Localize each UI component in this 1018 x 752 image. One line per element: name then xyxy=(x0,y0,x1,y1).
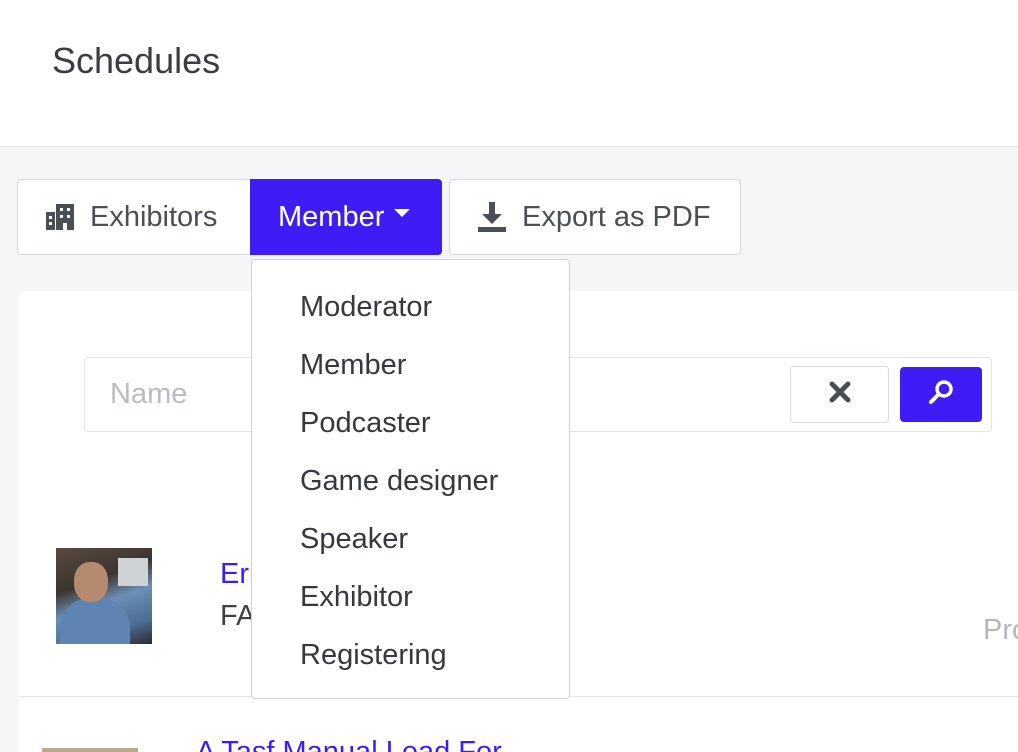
member-dropdown-menu: Moderator Member Podcaster Game designer… xyxy=(251,259,570,699)
list-item-status: Pro xyxy=(983,614,1018,646)
search-button[interactable] xyxy=(900,367,982,422)
search-icon xyxy=(928,379,954,410)
download-icon xyxy=(478,202,506,232)
close-icon xyxy=(829,381,851,408)
page-header: Schedules xyxy=(0,0,1018,147)
building-icon xyxy=(46,204,74,230)
export-pdf-button[interactable]: Export as PDF xyxy=(449,179,741,255)
menu-item-moderator[interactable]: Moderator xyxy=(252,278,569,336)
exhibitors-label: Exhibitors xyxy=(90,200,218,233)
avatar xyxy=(56,548,152,644)
member-label: Member xyxy=(278,200,385,233)
list-item-name[interactable]: A Tasf Manual Lead For xyxy=(196,736,502,752)
menu-item-game-designer[interactable]: Game designer xyxy=(252,452,569,510)
menu-item-exhibitor[interactable]: Exhibitor xyxy=(252,568,569,626)
list-item-thumbnail xyxy=(42,748,138,752)
export-label: Export as PDF xyxy=(522,200,711,233)
menu-item-registering[interactable]: Registering xyxy=(252,626,569,684)
caret-down-icon xyxy=(394,209,411,217)
menu-item-member[interactable]: Member xyxy=(252,336,569,394)
member-dropdown-button[interactable]: Member xyxy=(250,179,442,255)
clear-button[interactable] xyxy=(790,366,889,423)
menu-item-speaker[interactable]: Speaker xyxy=(252,510,569,568)
exhibitors-button[interactable]: Exhibitors xyxy=(17,179,250,255)
page-title: Schedules xyxy=(52,40,221,81)
menu-item-podcaster[interactable]: Podcaster xyxy=(252,394,569,452)
